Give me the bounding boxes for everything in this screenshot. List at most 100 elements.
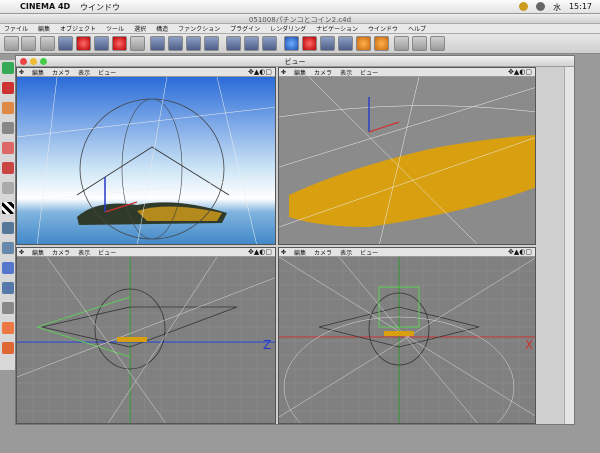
x-axis-icon[interactable]	[150, 36, 165, 51]
menu-selection[interactable]: 選択	[134, 24, 146, 33]
zoom-icon[interactable]	[58, 36, 73, 51]
viewport-nav-icons[interactable]: ✥▲◐▢	[248, 248, 272, 256]
edges-mode-icon[interactable]	[2, 162, 14, 174]
array-icon[interactable]	[338, 36, 353, 51]
status-icon[interactable]	[518, 2, 528, 11]
viewport-menu-display[interactable]: 表示	[340, 68, 352, 77]
texture-mode-icon[interactable]	[2, 102, 14, 114]
viewport-menu-bar: ✤ 編集 カメラ 表示 ビュー ✥▲◐▢	[17, 68, 275, 77]
viewport-menu-display[interactable]: 表示	[78, 68, 90, 77]
model-mode-icon[interactable]	[2, 62, 14, 74]
menu-objects[interactable]: オブジェクト	[60, 24, 96, 33]
object-slice	[384, 331, 414, 336]
render-region-icon[interactable]	[244, 36, 259, 51]
axis-label-x: X	[525, 338, 533, 352]
menu-structure[interactable]: 構造	[156, 24, 168, 33]
side-viewport[interactable]: ✤ 編集 カメラ 表示 ビュー ✥▲◐▢ Z	[16, 247, 276, 424]
viewport-menu-edit[interactable]: 編集	[294, 68, 306, 77]
z-axis-icon[interactable]	[186, 36, 201, 51]
menu-edit[interactable]: 編集	[38, 24, 50, 33]
viewport-nav-icons[interactable]: ✥▲◐▢	[508, 248, 532, 256]
paint-icon[interactable]	[2, 322, 14, 334]
rotate-icon[interactable]	[112, 36, 127, 51]
viewport-menu-icon[interactable]: ✤	[281, 69, 286, 76]
render-picture-icon[interactable]	[262, 36, 277, 51]
day-label: 水	[552, 3, 561, 12]
scale-icon[interactable]	[94, 36, 109, 51]
cube-icon[interactable]	[284, 36, 299, 51]
checker-icon[interactable]	[2, 202, 14, 214]
window-menu[interactable]: ウインドウ	[80, 2, 120, 13]
light-icon[interactable]	[412, 36, 427, 51]
workplane-icon[interactable]	[2, 222, 14, 234]
viewport-menu-view[interactable]: ビュー	[98, 68, 116, 77]
clock[interactable]: 15:17	[569, 2, 592, 13]
viewport-menu-camera[interactable]: カメラ	[314, 68, 332, 77]
menu-navigation[interactable]: ナビゲーション	[316, 24, 358, 33]
y-axis-icon[interactable]	[168, 36, 183, 51]
sculpt-icon[interactable]	[2, 342, 14, 354]
last-tool-icon[interactable]	[130, 36, 145, 51]
coord-system-icon[interactable]	[204, 36, 219, 51]
brush-icon[interactable]	[2, 282, 14, 294]
system-menubar: CINEMA 4D ウインドウ 水 15:17	[0, 0, 600, 14]
viewport-menu-view[interactable]: ビュー	[98, 248, 116, 257]
volume-icon[interactable]	[535, 2, 545, 11]
viewport-menu-view[interactable]: ビュー	[360, 248, 378, 257]
viewport-menu-view[interactable]: ビュー	[360, 68, 378, 77]
viewport-menu-camera[interactable]: カメラ	[52, 248, 70, 257]
viewport-nav-icons[interactable]: ✥▲◐▢	[248, 68, 272, 76]
front-viewport[interactable]: ✤ 編集 カメラ 表示 ビュー ✥▲◐▢ X	[278, 247, 536, 424]
viewport-nav-icons[interactable]: ✥▲◐▢	[508, 68, 532, 76]
points-mode-icon[interactable]	[2, 142, 14, 154]
view-window: ビュー ✤ 編集 カメラ 表示 ビュー ✥▲◐▢ ✤ 編集 カメラ 表示 ビュー…	[15, 55, 575, 425]
viewport-menu-display[interactable]: 表示	[340, 248, 352, 257]
select-icon[interactable]	[40, 36, 55, 51]
menu-tools[interactable]: ツール	[106, 24, 124, 33]
menu-render[interactable]: レンダリング	[270, 24, 306, 33]
object-mode-icon[interactable]	[2, 82, 14, 94]
polygons-mode-icon[interactable]	[2, 182, 14, 194]
viewport-menu-icon[interactable]: ✤	[19, 249, 24, 256]
top-viewport[interactable]: ✤ 編集 カメラ 表示 ビュー ✥▲◐▢	[278, 67, 536, 245]
move-icon[interactable]	[76, 36, 91, 51]
viewport-menu-icon[interactable]: ✤	[281, 249, 286, 256]
menu-plugins[interactable]: プラグイン	[230, 24, 260, 33]
vertical-scrollbar[interactable]	[564, 67, 574, 424]
menu-window[interactable]: ウインドウ	[368, 24, 398, 33]
viewport-menu-edit[interactable]: 編集	[294, 248, 306, 257]
render-settings-icon[interactable]	[430, 36, 445, 51]
viewport-menu-bar: ✤ 編集 カメラ 表示 ビュー ✥▲◐▢	[279, 248, 535, 257]
spline-icon[interactable]	[302, 36, 317, 51]
nurbs-icon[interactable]	[320, 36, 335, 51]
snap-icon[interactable]	[2, 262, 14, 274]
texture-axis-icon[interactable]	[2, 122, 14, 134]
redo-icon[interactable]	[21, 36, 36, 51]
viewport-menu-icon[interactable]: ✤	[19, 69, 24, 76]
object-slice	[117, 337, 147, 342]
menu-help[interactable]: ヘルプ	[408, 24, 426, 33]
viewport-menu-bar: ✤ 編集 カメラ 表示 ビュー ✥▲◐▢	[17, 248, 275, 257]
view-window-title: ビュー	[284, 58, 306, 66]
menu-file[interactable]: ファイル	[4, 24, 28, 33]
viewport-menu-camera[interactable]: カメラ	[314, 248, 332, 257]
deformer-icon[interactable]	[356, 36, 371, 51]
tweak-icon[interactable]	[2, 302, 14, 314]
app-menu[interactable]: CINEMA 4D	[20, 2, 70, 11]
front-scene: X	[279, 257, 535, 423]
render-view-icon[interactable]	[226, 36, 241, 51]
viewport-menu-camera[interactable]: カメラ	[52, 68, 70, 77]
undo-icon[interactable]	[4, 36, 19, 51]
viewport-menu-edit[interactable]: 編集	[32, 248, 44, 257]
camera-icon[interactable]	[394, 36, 409, 51]
viewport-background	[279, 257, 535, 423]
scene-icon[interactable]	[374, 36, 389, 51]
menu-functions[interactable]: ファンクション	[178, 24, 220, 33]
status-area: 水 15:17	[518, 2, 592, 13]
app-menu-row: ファイル 編集 オブジェクト ツール 選択 構造 ファンクション プラグイン レ…	[0, 24, 600, 34]
viewport-menu-display[interactable]: 表示	[78, 248, 90, 257]
viewport-menu-edit[interactable]: 編集	[32, 68, 44, 77]
animation-icon[interactable]	[2, 242, 14, 254]
perspective-viewport[interactable]: ✤ 編集 カメラ 表示 ビュー ✥▲◐▢	[16, 67, 276, 245]
perspective-scene	[17, 77, 275, 244]
